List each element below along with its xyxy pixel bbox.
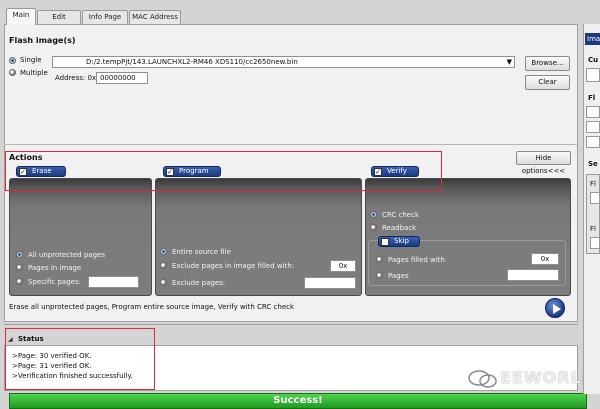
mode-multiple-radio[interactable] <box>9 69 16 76</box>
right-field-3[interactable] <box>586 121 600 133</box>
status-divider <box>4 324 578 325</box>
success-bar: Success! <box>9 393 587 409</box>
address-input[interactable]: 00000000 <box>96 72 148 84</box>
divider <box>4 144 578 145</box>
hide-options-button[interactable]: Hide options<<< <box>516 151 571 175</box>
skip-fill-value-input[interactable]: 0x <box>531 253 559 265</box>
tab-edit[interactable]: Edit <box>37 10 81 24</box>
tab-info-page[interactable]: Info Page <box>82 10 128 24</box>
skip-pages-radio[interactable] <box>376 272 383 279</box>
erase-specific-pages-label: Specific pages: <box>28 278 81 286</box>
mode-multiple-label: Multiple <box>20 69 48 77</box>
status-highlight <box>5 328 155 390</box>
run-button[interactable] <box>545 298 565 318</box>
play-arrow-icon <box>553 304 561 314</box>
erase-specific-pages-input[interactable] <box>88 276 139 288</box>
actions-summary: Erase all unprotected pages, Program ent… <box>9 303 295 311</box>
skip-pages-input[interactable] <box>507 269 559 281</box>
program-entire-source-radio[interactable] <box>160 248 167 255</box>
browse-button[interactable]: Browse... <box>525 56 570 71</box>
actions-highlight <box>5 151 442 191</box>
right-field-5[interactable] <box>590 192 600 204</box>
skip-pages-label: Pages <box>388 272 409 280</box>
right-field-6[interactable] <box>590 237 600 249</box>
skip-pages-filled-label: Pages filled with <box>388 256 445 264</box>
right-field-1[interactable] <box>586 68 600 82</box>
erase-all-unprotected-label: All unprotected pages <box>28 251 105 259</box>
right-label-5: Fl <box>590 225 596 233</box>
skip-checkbox[interactable] <box>381 238 389 246</box>
erase-specific-pages-radio[interactable] <box>16 278 23 285</box>
program-exclude-pages-radio[interactable] <box>160 279 167 286</box>
flash-image-title: Flash image(s) <box>9 36 76 45</box>
verify-readback-label: Readback <box>382 224 417 232</box>
erase-pages-in-image-radio[interactable] <box>16 264 23 271</box>
tab-mac-address[interactable]: MAC Address <box>129 10 181 24</box>
program-entire-source-label: Entire source file <box>172 248 231 256</box>
image-path-value: D:/2.tempPjt/143.LAUNCHXL2-RM46 XDS110/c… <box>86 58 298 66</box>
tab-main[interactable]: Main <box>6 8 36 25</box>
address-label: Address: 0x <box>55 74 97 82</box>
skip-pages-filled-radio[interactable] <box>376 256 383 263</box>
wechat-icon <box>466 368 500 390</box>
mode-single-radio[interactable] <box>9 57 16 64</box>
right-label-1: Cu <box>588 56 599 64</box>
chevron-down-icon[interactable]: ▼ <box>507 57 512 67</box>
program-fill-value-input[interactable]: 0x <box>330 260 356 272</box>
verify-crc-radio[interactable] <box>370 211 377 218</box>
right-label-3: Se <box>588 160 598 168</box>
erase-all-unprotected-radio[interactable] <box>16 251 23 258</box>
verify-readback-radio[interactable] <box>370 224 377 231</box>
program-exclude-filled-radio[interactable] <box>160 262 167 269</box>
right-field-4[interactable] <box>586 136 600 148</box>
verify-crc-label: CRC check <box>382 211 420 219</box>
program-exclude-filled-label: Exclude pages in image filled with: <box>172 262 295 270</box>
clear-button[interactable]: Clear <box>525 75 570 90</box>
right-label-4: Fl <box>590 180 596 188</box>
right-tab-image[interactable]: Imag <box>585 33 600 45</box>
program-exclude-pages-input[interactable] <box>304 277 356 289</box>
erase-pages-in-image-label: Pages in image <box>28 264 82 272</box>
right-field-2[interactable] <box>586 106 600 118</box>
watermark: EEWORLD <box>500 368 596 387</box>
image-path-select[interactable]: D:/2.tempPjt/143.LAUNCHXL2-RM46 XDS110/c… <box>52 56 515 68</box>
right-label-2: Fl <box>588 94 596 102</box>
mode-single-label: Single <box>20 56 42 64</box>
program-exclude-pages-label: Exclude pages: <box>172 279 226 287</box>
